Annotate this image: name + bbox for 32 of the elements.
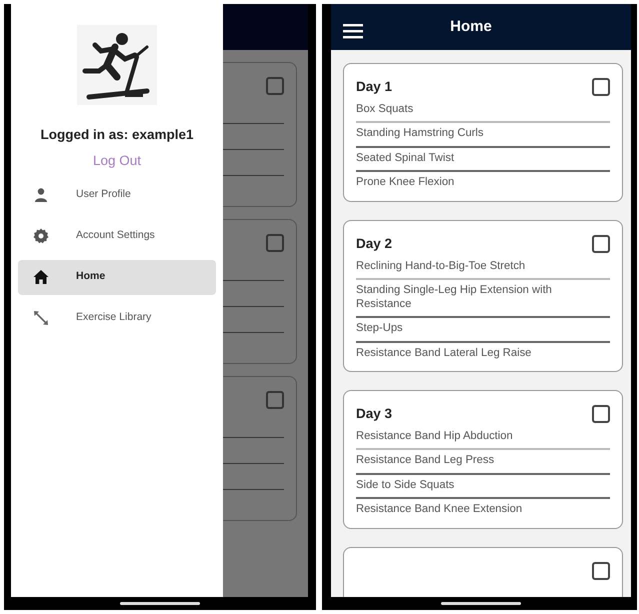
exercise-item[interactable]: Box Squats <box>356 99 610 124</box>
screen-title: Home <box>449 18 493 36</box>
checkbox[interactable] <box>266 234 284 252</box>
checkbox[interactable] <box>266 391 284 409</box>
checkbox[interactable] <box>592 404 610 423</box>
user-label: Logged in as: example1 <box>40 126 194 144</box>
exercise-item[interactable]: Resistance Band Leg Press <box>356 450 610 475</box>
exercise-item[interactable]: Side to Side Squats <box>356 474 610 500</box>
exercise-item[interactable]: Standing Single-Leg Hip Extension with Resistance <box>356 280 610 318</box>
checkbox[interactable] <box>592 234 610 253</box>
menu-item[interactable]: Exercise Library <box>18 300 216 336</box>
exercise-item[interactable]: Resistance Band Lateral Leg Raise <box>356 342 610 365</box>
checkbox[interactable] <box>266 77 284 95</box>
menu-item[interactable]: Account Settings <box>18 218 216 254</box>
menu-item[interactable]: Home <box>18 260 216 294</box>
day-title: Day 3 <box>356 404 392 423</box>
exercise-item[interactable]: Seated Spinal Twist <box>356 148 610 172</box>
checkbox[interactable] <box>592 562 610 580</box>
person-icon <box>33 187 49 203</box>
day-title: Day 2 <box>356 234 392 253</box>
menu-item[interactable]: User Profile <box>18 178 216 212</box>
exercise-item[interactable]: Resistance Band Hip Abduction <box>356 426 610 450</box>
checkbox[interactable] <box>592 78 610 96</box>
exercise-item[interactable]: Prone Knee Flexion <box>356 172 610 195</box>
settings-icon <box>33 228 49 244</box>
exercise-item[interactable]: Standing Hamstring Curls <box>356 123 610 148</box>
exercise-item[interactable]: Reclining Hand-to-Big-Toe Stretch <box>356 256 610 280</box>
exercise-item[interactable]: Resistance Band Knee Extension <box>356 499 610 522</box>
day-title: Day 1 <box>356 78 392 96</box>
exercise-item[interactable]: Step-Ups <box>356 318 610 342</box>
expand-arrows-icon <box>33 310 49 326</box>
home-icon <box>33 269 49 285</box>
